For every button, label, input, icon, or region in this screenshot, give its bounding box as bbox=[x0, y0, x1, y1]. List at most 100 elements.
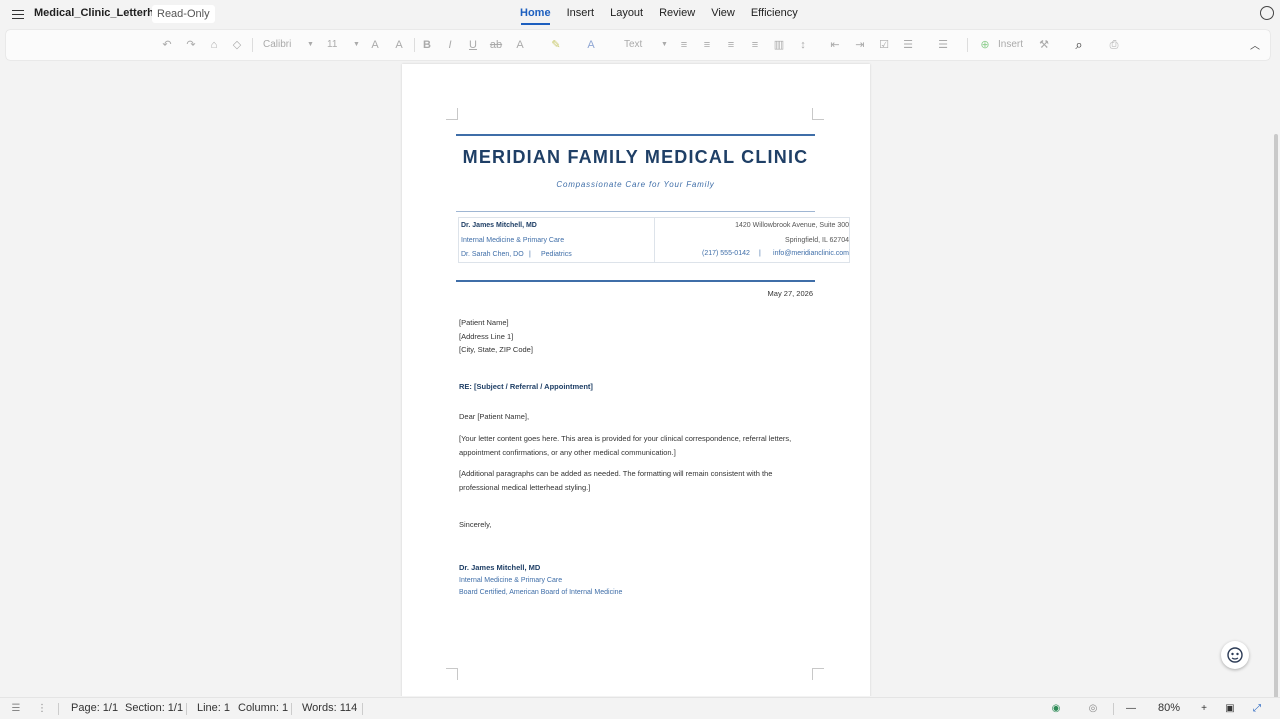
font-name-select[interactable]: Calibri bbox=[263, 38, 291, 52]
document-page[interactable]: MERIDIAN FAMILY MEDICAL CLINIC Compassio… bbox=[402, 64, 870, 696]
eye-icon[interactable]: ◎ bbox=[1087, 703, 1099, 715]
header-divider bbox=[456, 211, 815, 212]
format-painter-icon[interactable]: ⌂ bbox=[207, 38, 221, 52]
align-center-icon[interactable]: ≡ bbox=[700, 38, 714, 52]
separator: | bbox=[759, 250, 761, 257]
strikethrough-icon[interactable]: ab bbox=[489, 38, 503, 52]
signature-certification: Board Certified, American Board of Inter… bbox=[459, 589, 623, 596]
specialty-primary: Internal Medicine & Primary Care bbox=[461, 237, 565, 244]
formatting-toolbar: ↶ ↷ ⌂ ◇ Calibri ▼ 11 ▼ A A B I U ab A ✎ … bbox=[6, 30, 1270, 60]
justify-icon[interactable]: ≡ bbox=[748, 38, 762, 52]
decrease-indent-icon[interactable]: ⇤ bbox=[828, 38, 842, 52]
chevron-down-icon[interactable]: ▼ bbox=[661, 38, 668, 52]
globe-icon[interactable]: ◉ bbox=[1050, 703, 1062, 715]
header-bottom-rule bbox=[456, 280, 815, 282]
bold-icon[interactable]: B bbox=[420, 38, 434, 52]
read-only-badge: Read-Only bbox=[152, 5, 215, 23]
zoom-level[interactable]: 80% bbox=[1158, 702, 1180, 714]
column-indicator: Column: 1 bbox=[238, 702, 289, 714]
grow-font-icon[interactable]: A bbox=[368, 38, 382, 52]
status-divider bbox=[58, 703, 59, 715]
toolbar-divider bbox=[414, 38, 415, 52]
status-bar: ☰ ⋮ Page: 1/1 Section: 1/1 Line: 1 Colum… bbox=[0, 697, 1280, 719]
tab-review[interactable]: Review bbox=[651, 0, 703, 28]
tab-layout[interactable]: Layout bbox=[602, 0, 651, 28]
style-select[interactable]: Text bbox=[624, 38, 642, 52]
highlight-icon[interactable]: ✎ bbox=[549, 38, 563, 52]
tab-view[interactable]: View bbox=[703, 0, 743, 28]
recipient-name: [Patient Name] bbox=[459, 318, 509, 327]
tab-insert[interactable]: Insert bbox=[559, 0, 603, 28]
address-line-1: 1420 Willowbrook Avenue, Suite 300 bbox=[735, 222, 849, 229]
distributed-icon[interactable]: ▥ bbox=[772, 38, 786, 52]
redo-icon[interactable]: ↷ bbox=[184, 38, 198, 52]
assistant-icon[interactable] bbox=[1260, 6, 1274, 20]
undo-icon[interactable]: ↶ bbox=[160, 38, 174, 52]
zoom-in-icon[interactable]: + bbox=[1198, 703, 1210, 715]
italic-icon[interactable]: I bbox=[443, 38, 457, 52]
align-right-icon[interactable]: ≡ bbox=[724, 38, 738, 52]
specialty-secondary: Pediatrics bbox=[541, 251, 572, 258]
address-line-2: Springfield, IL 62704 bbox=[785, 237, 849, 244]
doctor-primary: Dr. James Mitchell, MD bbox=[461, 222, 537, 229]
navigation-pane-icon[interactable]: ⋮ bbox=[36, 703, 48, 715]
status-divider bbox=[1113, 703, 1114, 715]
line-spacing-icon[interactable]: ↕ bbox=[796, 38, 810, 52]
doctors-cell: Dr. James Mitchell, MD Internal Medicine… bbox=[459, 218, 655, 262]
word-count[interactable]: Words: 114 bbox=[302, 702, 357, 714]
font-color-icon[interactable]: A bbox=[584, 38, 598, 52]
font-size-select[interactable]: 11 bbox=[327, 38, 337, 52]
chevron-down-icon[interactable]: ▼ bbox=[307, 38, 314, 52]
tools-icon[interactable]: ⚒ bbox=[1037, 38, 1051, 52]
toolbar-divider bbox=[967, 38, 968, 52]
fullscreen-icon[interactable]: ⤢ bbox=[1251, 703, 1263, 715]
numbering-icon[interactable]: ☰ bbox=[936, 38, 950, 52]
document-canvas[interactable]: MERIDIAN FAMILY MEDICAL CLINIC Compassio… bbox=[0, 62, 1272, 696]
separator: | bbox=[529, 251, 531, 258]
vertical-scrollbar[interactable] bbox=[1272, 62, 1280, 719]
status-divider bbox=[362, 703, 363, 715]
hamburger-menu-icon[interactable] bbox=[10, 7, 26, 21]
closing: Sincerely, bbox=[459, 520, 492, 529]
chevron-down-icon[interactable]: ▼ bbox=[353, 38, 360, 52]
ai-assistant-button[interactable] bbox=[1221, 641, 1249, 669]
menu-tabs: Home Insert Layout Review View Efficienc… bbox=[512, 0, 806, 28]
eraser-icon[interactable]: ◇ bbox=[230, 38, 244, 52]
search-icon[interactable]: ⌕ bbox=[1072, 38, 1086, 52]
text-effects-icon[interactable]: A bbox=[513, 38, 527, 52]
underline-icon[interactable]: U bbox=[466, 38, 480, 52]
letter-date: May 27, 2026 bbox=[767, 289, 813, 298]
tab-efficiency[interactable]: Efficiency bbox=[743, 0, 806, 28]
status-divider bbox=[291, 703, 292, 715]
margin-mark bbox=[812, 668, 824, 680]
paragraph-2-line-1: [Additional paragraphs can be added as n… bbox=[459, 469, 773, 478]
align-left-icon[interactable]: ≡ bbox=[677, 38, 691, 52]
bullets-icon[interactable]: ☰ bbox=[901, 38, 915, 52]
shrink-font-icon[interactable]: A bbox=[392, 38, 406, 52]
status-divider bbox=[186, 703, 187, 715]
email-address: info@meridianclinic.com bbox=[773, 250, 849, 257]
outline-icon[interactable]: ☰ bbox=[10, 703, 22, 715]
scrollbar-thumb[interactable] bbox=[1274, 134, 1278, 719]
checkbox-icon[interactable]: ☑ bbox=[877, 38, 891, 52]
recipient-address-2: [City, State, ZIP Code] bbox=[459, 345, 533, 354]
page-indicator[interactable]: Page: 1/1 bbox=[71, 702, 118, 714]
clinic-name: MERIDIAN FAMILY MEDICAL CLINIC bbox=[462, 147, 809, 167]
tab-home[interactable]: Home bbox=[512, 0, 559, 28]
section-indicator: Section: 1/1 bbox=[125, 702, 184, 714]
header-top-rule bbox=[456, 134, 815, 136]
paragraph-2-line-2: professional medical letterhead styling.… bbox=[459, 483, 591, 492]
insert-icon[interactable]: ⊕ bbox=[978, 38, 992, 52]
toolbar-divider bbox=[252, 38, 253, 52]
margin-mark bbox=[812, 108, 824, 120]
salutation: Dear [Patient Name], bbox=[459, 412, 530, 421]
fit-page-icon[interactable]: ▣ bbox=[1224, 703, 1236, 715]
line-indicator: Line: 1 bbox=[197, 702, 231, 714]
insert-dropdown[interactable]: Insert bbox=[998, 38, 1023, 52]
subject-line: RE: [Subject / Referral / Appointment] bbox=[459, 382, 593, 391]
title-bar: Medical_Clinic_Letterhead Read-Only Home… bbox=[0, 0, 1280, 28]
zoom-out-icon[interactable]: — bbox=[1125, 703, 1137, 715]
collapse-icon[interactable]: ︿ bbox=[1248, 37, 1262, 52]
print-icon[interactable]: ⎙ bbox=[1107, 38, 1121, 52]
increase-indent-icon[interactable]: ⇥ bbox=[853, 38, 867, 52]
